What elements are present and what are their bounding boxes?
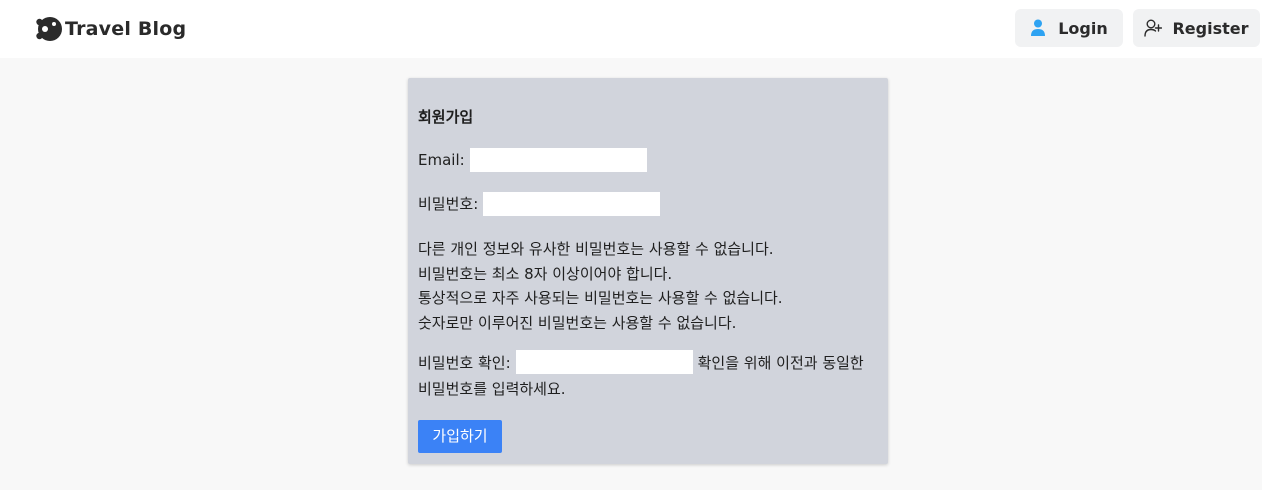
signup-submit-button[interactable]: 가입하기: [418, 420, 502, 453]
password-help-item: 비밀번호는 최소 8자 이상이어야 합니다.: [418, 264, 673, 283]
login-label: Login: [1058, 18, 1108, 38]
password-field[interactable]: [483, 192, 661, 216]
password-confirm-row: 비밀번호 확인: 확인을 위해 이전과 동일한 비밀번호를 입력하세요.: [418, 349, 880, 402]
password-label: 비밀번호:: [418, 195, 479, 213]
travel-blog-logo-icon: [36, 17, 62, 41]
password-help-item: 다른 개인 정보와 유사한 비밀번호는 사용할 수 없습니다.: [418, 240, 774, 258]
password-help-list: 다른 개인 정보와 유사한 비밀번호는 사용할 수 없습니다. 비밀번호는 최소…: [418, 237, 783, 336]
register-button[interactable]: Register: [1133, 9, 1260, 47]
password-row: 비밀번호:: [418, 192, 661, 216]
email-field[interactable]: [469, 148, 647, 172]
brand-name: Travel Blog: [65, 18, 187, 40]
login-button[interactable]: Login: [1015, 9, 1123, 47]
brand-link[interactable]: Travel Blog: [34, 14, 186, 44]
email-row: Email:: [418, 148, 647, 172]
top-navbar: Travel Blog Login Register: [0, 0, 1262, 58]
signup-card: 회원가입 Email: 비밀번호: 다른 개인 정보와 유사한 비밀번호는 사용…: [408, 78, 888, 464]
user-plus-icon: [1144, 19, 1163, 37]
email-label: Email:: [418, 151, 465, 169]
signup-title: 회원가입: [418, 108, 474, 126]
password-confirm-label: 비밀번호 확인:: [418, 354, 511, 372]
password-help-item: 숫자로만 이루어진 비밀번호는 사용할 수 없습니다.: [418, 314, 737, 333]
password-confirm-field[interactable]: [515, 349, 693, 374]
password-help-item: 통상적으로 자주 사용되는 비밀번호는 사용할 수 없습니다.: [418, 289, 783, 308]
register-label: Register: [1172, 18, 1249, 38]
user-icon: [1031, 19, 1046, 36]
